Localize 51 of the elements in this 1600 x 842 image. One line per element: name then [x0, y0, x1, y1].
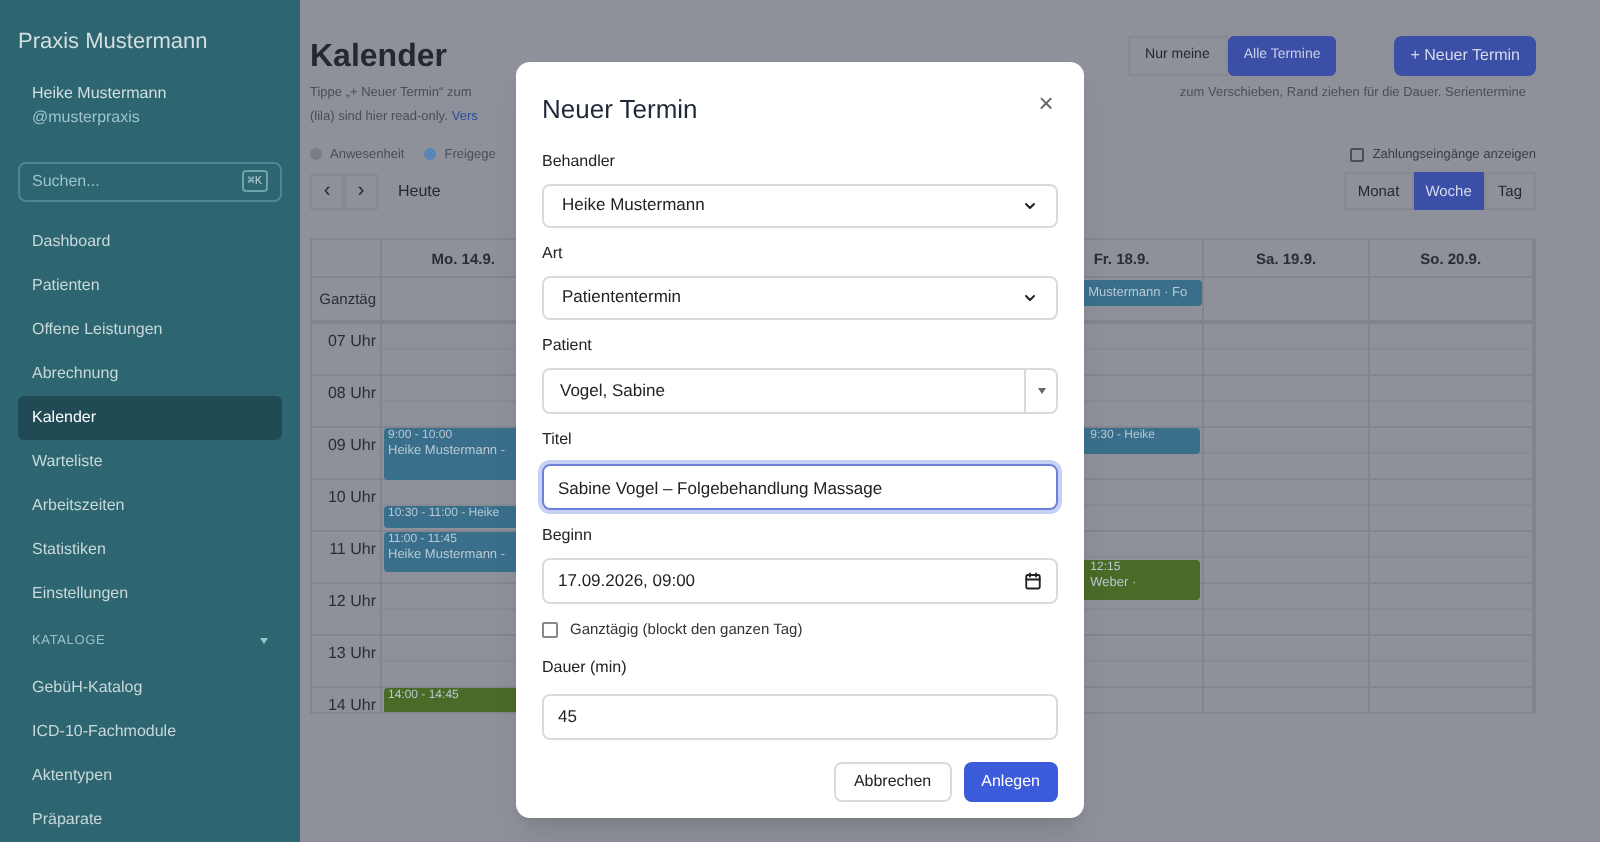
hour-label: 10 Uhr	[327, 486, 376, 511]
today-button[interactable]: Heute	[378, 173, 461, 210]
text-field[interactable]: 45	[542, 693, 1058, 740]
nav-item[interactable]: Arbeitszeiten	[18, 484, 282, 528]
nav-item[interactable]: ICD-10-Fachmodule	[18, 710, 282, 754]
nav-item[interactable]: Statistiken	[18, 528, 282, 572]
select-field[interactable]: Patiententermin	[542, 275, 1058, 319]
hour-label: 13 Uhr	[327, 642, 376, 667]
hour-label: 07 Uhr	[327, 330, 376, 355]
nav-item[interactable]: Patienten	[18, 264, 282, 308]
text-field[interactable]: Sabine Vogel – Folgebehandlung Massage	[542, 464, 1058, 510]
new-appointment-button[interactable]: + Neuer Termin	[1394, 36, 1536, 76]
caret-icon	[1037, 387, 1045, 393]
field-label: Art	[542, 241, 563, 265]
nav-item[interactable]: Einstellungen	[18, 572, 282, 616]
field-label: Behandler	[542, 149, 615, 173]
checkbox[interactable]	[542, 621, 558, 638]
page-title: Kalender	[310, 42, 447, 74]
nav-item[interactable]: Warteliste	[18, 440, 282, 484]
checkbox[interactable]	[1350, 147, 1365, 162]
user-handle: @musterpraxis	[30, 105, 142, 129]
nav-item[interactable]: Dashboard	[18, 220, 282, 264]
user-name: Heike Mustermann	[30, 81, 169, 105]
field-label: Dauer (min)	[542, 656, 627, 681]
hour-label: 14 Uhr	[327, 694, 376, 713]
next-button[interactable]: ›	[344, 173, 378, 210]
field-label: Patient	[542, 333, 592, 357]
field-label: Beginn	[542, 524, 592, 548]
select-field[interactable]: Heike Mustermann	[542, 183, 1058, 227]
hour-label: 12 Uhr	[327, 590, 376, 615]
nav-item[interactable]: GebüH-Katalog	[18, 666, 282, 710]
nav-item[interactable]: Kalender	[18, 396, 282, 440]
cancel-button[interactable]: Abbrechen	[833, 761, 952, 802]
chevron-down-icon	[1022, 197, 1038, 213]
datetime-field[interactable]: 17.09.2026, 09:00	[542, 558, 1058, 604]
dialog-title: Neuer Termin	[542, 92, 698, 128]
hour-label: 11 Uhr	[329, 538, 376, 563]
combo-field[interactable]: Vogel, Sabine	[542, 367, 1058, 413]
chevron-down-icon	[1022, 289, 1038, 305]
field-label: Titel	[542, 427, 572, 451]
close-button[interactable]: ×	[1034, 90, 1058, 116]
hour-label: 08 Uhr	[327, 382, 376, 407]
calendar-icon	[1024, 572, 1042, 590]
nav-item[interactable]: Präparate	[18, 798, 282, 842]
brand-name: Praxis Mustermann	[18, 28, 208, 58]
nav-item[interactable]: Aktentypen	[18, 754, 282, 798]
nav-item[interactable]: Abrechnung	[18, 352, 282, 396]
create-button[interactable]: Anlegen	[963, 761, 1058, 802]
previous-button[interactable]: ‹	[310, 173, 344, 210]
nav-item[interactable]: Offene Leistungen	[18, 308, 282, 352]
hour-label: 09 Uhr	[327, 434, 376, 459]
